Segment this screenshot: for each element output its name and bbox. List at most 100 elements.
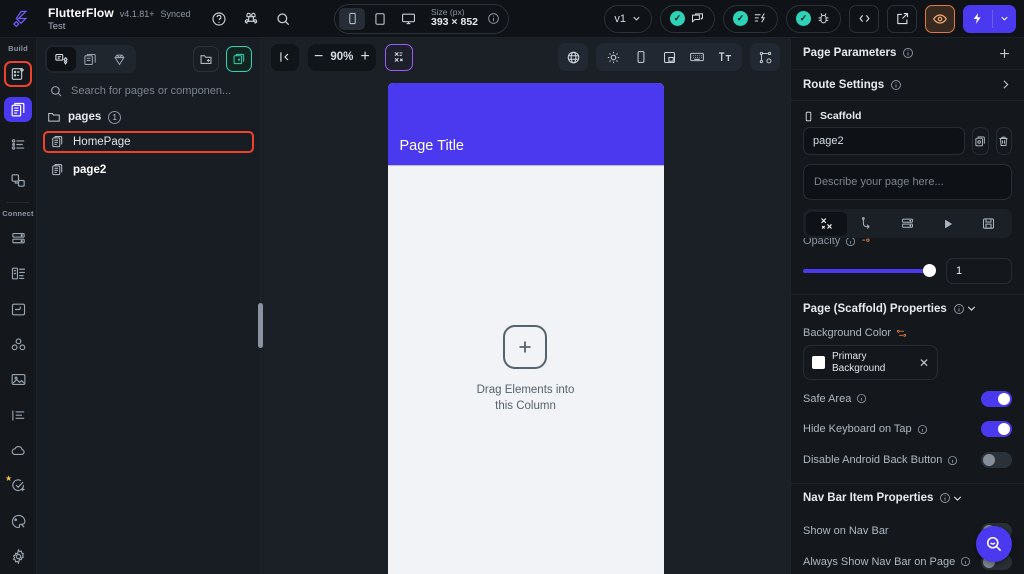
info-icon[interactable] — [960, 556, 971, 567]
rail-item-tests[interactable]: ★ — [4, 473, 32, 498]
new-folder-button[interactable] — [193, 46, 219, 72]
tab-design-system[interactable] — [105, 47, 134, 71]
add-page-button[interactable] — [226, 46, 252, 72]
rail-item-settings[interactable] — [4, 544, 32, 569]
preview-button[interactable] — [925, 4, 955, 33]
chevron-right-icon[interactable] — [999, 78, 1012, 91]
device-frame-button[interactable] — [627, 45, 655, 69]
page-name-input[interactable] — [803, 127, 965, 156]
rail-item-components[interactable] — [4, 167, 32, 192]
command-key-icon[interactable] — [242, 10, 260, 28]
info-icon[interactable] — [939, 492, 951, 504]
rail-item-widget-tree[interactable] — [4, 132, 32, 157]
folder-count-badge: 1 — [108, 110, 122, 124]
delete-page-button[interactable] — [995, 127, 1012, 156]
search-input[interactable] — [71, 85, 250, 97]
brightness-button[interactable] — [599, 45, 627, 69]
background-color-chip[interactable]: Primary Background ✕ — [803, 345, 939, 381]
tab-pages[interactable] — [47, 47, 76, 71]
pages-panel: pages 1 HomePage page2 — [37, 38, 263, 574]
rail-item-localization[interactable] — [4, 402, 32, 427]
app-bar[interactable]: Page Title — [387, 83, 664, 166]
rail-item-storage[interactable] — [4, 296, 32, 321]
zoom-out-button[interactable]: − — [314, 48, 323, 66]
chevron-down-icon[interactable] — [965, 302, 978, 315]
chevron-down-icon[interactable] — [951, 492, 964, 505]
tab-animations[interactable] — [928, 212, 969, 236]
device-phone-button[interactable] — [339, 7, 365, 30]
widget-graph-button[interactable] — [750, 43, 780, 71]
rail-item-theme[interactable] — [4, 508, 32, 533]
rail-item-collections[interactable] — [4, 261, 32, 286]
hide-keyboard-switch[interactable] — [981, 421, 1012, 438]
rail-item-page-selector[interactable] — [4, 96, 32, 123]
variable-icon[interactable] — [861, 238, 872, 247]
info-icon[interactable] — [902, 47, 914, 59]
search-icon[interactable] — [274, 10, 292, 28]
rail-item-database[interactable] — [4, 226, 32, 251]
page-list-item-homepage[interactable]: HomePage — [43, 131, 254, 153]
search-fab-button[interactable] — [976, 526, 1012, 562]
keyboard-button[interactable] — [683, 45, 711, 69]
info-icon[interactable] — [890, 79, 902, 91]
project-info[interactable]: FlutterFlow v4.1.81+ Synced Test — [38, 6, 198, 32]
tab-backend-query[interactable] — [887, 212, 928, 236]
variable-icon[interactable] — [896, 328, 907, 339]
page-parameters-row[interactable]: Page Parameters — [791, 38, 1024, 70]
info-icon[interactable] — [487, 12, 500, 25]
opacity-value-field[interactable]: 1 — [946, 257, 1012, 284]
info-icon[interactable] — [856, 393, 867, 404]
device-desktop-button[interactable] — [395, 8, 421, 30]
add-parameter-button[interactable] — [997, 46, 1012, 61]
slider-knob[interactable] — [923, 264, 936, 278]
chevron-down-icon[interactable] — [993, 13, 1016, 24]
device-preview[interactable]: Page Title Drag Elements into this Colum… — [387, 83, 664, 574]
comments-status-pill[interactable]: ✓ — [660, 4, 715, 33]
rail-item-integrations[interactable] — [4, 332, 32, 357]
info-icon[interactable] — [953, 303, 965, 315]
toggle-safe-area[interactable]: Safe Area — [791, 386, 1024, 411]
info-icon[interactable] — [917, 424, 928, 435]
open-external-button[interactable] — [887, 4, 917, 33]
device-tablet-button[interactable] — [367, 8, 393, 30]
tab-actions[interactable] — [847, 212, 888, 236]
language-button[interactable] — [558, 43, 588, 71]
safe-area-switch[interactable] — [981, 390, 1012, 407]
route-settings-row[interactable]: Route Settings — [791, 70, 1024, 102]
page-name-row — [791, 127, 1024, 156]
tab-properties[interactable] — [806, 211, 847, 236]
debug-status-pill[interactable]: ✓ — [786, 4, 841, 33]
rail-item-api-calls[interactable] — [4, 438, 32, 463]
page-body[interactable]: Drag Elements into this Column — [387, 166, 664, 574]
opacity-slider[interactable] — [803, 264, 936, 278]
tab-components[interactable] — [76, 47, 105, 71]
zoom-in-button[interactable]: + — [360, 48, 369, 66]
info-icon[interactable] — [845, 238, 856, 247]
rail-item-add-page[interactable] — [4, 61, 32, 87]
column-drop-zone[interactable]: Drag Elements into this Column — [477, 325, 574, 414]
tab-state[interactable] — [968, 212, 1009, 236]
help-circle-icon[interactable] — [210, 10, 228, 28]
version-selector[interactable]: v1 — [604, 4, 652, 33]
scaffold-properties-header[interactable]: Page (Scaffold) Properties — [791, 293, 1024, 324]
close-icon[interactable]: ✕ — [919, 356, 929, 370]
plus-icon[interactable] — [503, 325, 548, 370]
page-list-item-page2[interactable]: page2 — [43, 159, 254, 181]
theme-variant-button[interactable] — [384, 43, 413, 71]
flutterflow-logo-icon[interactable] — [0, 0, 38, 38]
text-size-button[interactable] — [711, 45, 739, 69]
pages-folder-row[interactable]: pages 1 — [37, 106, 260, 128]
navbar-properties-header[interactable]: Nav Bar Item Properties — [791, 482, 1024, 513]
collapse-panel-button[interactable] — [271, 43, 299, 71]
toggle-disable-back-button[interactable]: Disable Android Back Button — [791, 448, 1024, 473]
disable-back-button-switch[interactable] — [981, 452, 1012, 469]
performance-status-pill[interactable]: ✓ — [723, 4, 778, 33]
duplicate-page-button[interactable] — [972, 127, 989, 156]
run-app-button[interactable] — [963, 4, 1016, 33]
layout-split-button[interactable] — [655, 45, 683, 69]
info-icon[interactable] — [947, 455, 958, 466]
toggle-hide-keyboard[interactable]: Hide Keyboard on Tap — [791, 417, 1024, 442]
page-description-field[interactable]: Describe your page here... — [803, 164, 1012, 201]
rail-item-media-assets[interactable] — [4, 367, 32, 392]
code-view-button[interactable] — [849, 4, 879, 33]
